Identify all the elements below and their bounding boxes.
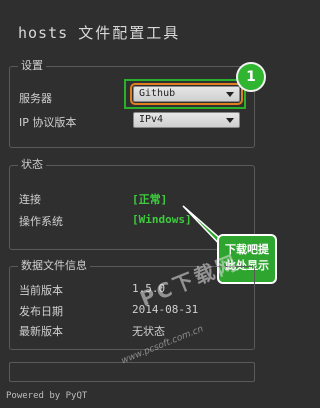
action-bar bbox=[9, 362, 255, 382]
release-date-label: 发布日期 bbox=[19, 305, 63, 318]
latest-version-label: 最新版本 bbox=[19, 325, 63, 338]
data-info-group-title: 数据文件信息 bbox=[18, 259, 90, 273]
release-date-value: 2014-08-31 bbox=[132, 303, 199, 316]
current-version-label: 当前版本 bbox=[19, 284, 63, 297]
footer-credit: Powered by PyQT bbox=[6, 391, 88, 401]
latest-version-value: 无状态 bbox=[132, 325, 165, 338]
